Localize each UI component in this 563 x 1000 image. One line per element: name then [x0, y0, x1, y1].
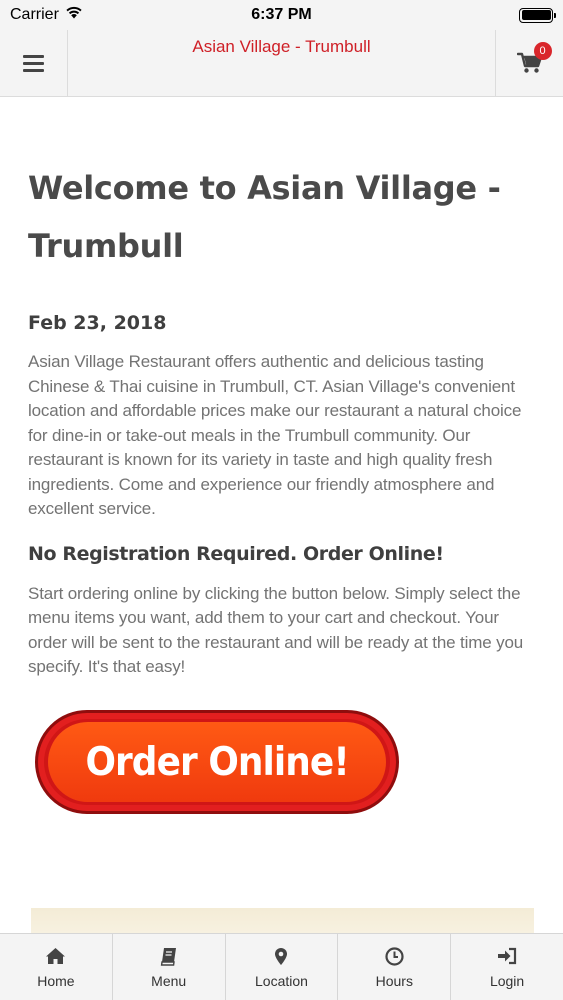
nav-hours-label: Hours	[375, 973, 413, 989]
cart-count-badge: 0	[533, 42, 552, 60]
order-online-label: Order Online!	[85, 739, 349, 785]
nav-login[interactable]: Login	[451, 934, 563, 1000]
home-icon	[45, 946, 67, 966]
hamburger-icon	[23, 54, 44, 72]
nav-menu-label: Menu	[151, 973, 187, 989]
header-title: Asian Village - Trumbull	[192, 37, 371, 56]
nav-login-label: Login	[489, 973, 525, 989]
promo-banner-image	[31, 908, 534, 933]
nav-location[interactable]: Location	[226, 934, 339, 1000]
instructions-paragraph: Start ordering online by clicking the bu…	[28, 583, 524, 677]
nav-home[interactable]: Home	[0, 934, 113, 1000]
status-bar: Carrier 6:37 PM	[0, 0, 563, 30]
subheading: No Registration Required. Order Online!	[28, 542, 444, 565]
nav-menu[interactable]: Menu	[113, 934, 226, 1000]
hamburger-menu-button[interactable]	[0, 30, 68, 96]
login-icon	[496, 946, 518, 966]
app-header: Asian Village - Trumbull 0	[0, 30, 563, 97]
order-online-button[interactable]: Order Online!	[35, 710, 399, 814]
post-date: Feb 23, 2018	[28, 312, 167, 334]
cart-button[interactable]: 0	[495, 30, 563, 96]
map-pin-icon	[270, 946, 292, 966]
book-icon	[158, 946, 180, 966]
status-time: 6:37 PM	[251, 6, 312, 23]
nav-home-label: Home	[37, 973, 75, 989]
carrier-label: Carrier	[10, 6, 59, 23]
status-left: Carrier	[10, 6, 83, 24]
battery-icon	[519, 7, 556, 23]
cart-icon: 0	[516, 42, 552, 74]
battery-level	[521, 10, 551, 20]
intro-paragraph: Asian Village Restaurant offers authenti…	[28, 352, 522, 518]
clock-icon	[383, 946, 405, 966]
wifi-icon	[65, 6, 83, 24]
order-online-button-face: Order Online!	[48, 722, 386, 802]
bottom-nav: Home Menu Location Hours Login	[0, 933, 563, 1000]
page-title: Welcome to Asian Village - Trumbull	[28, 169, 501, 265]
main-content: Welcome to Asian Village - Trumbull Feb …	[0, 97, 563, 933]
nav-location-label: Location	[255, 973, 308, 989]
nav-hours[interactable]: Hours	[338, 934, 452, 1000]
